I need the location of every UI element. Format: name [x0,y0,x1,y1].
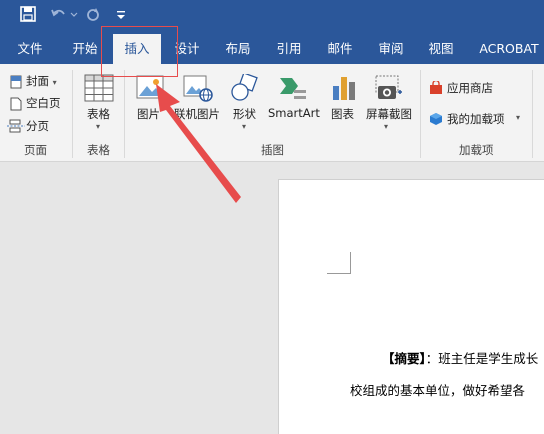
group-label-pages: 页面 [24,143,47,157]
tab-acrobat[interactable]: ACROBAT [474,34,544,64]
tab-references[interactable]: 引用 [271,34,307,64]
online-pictures-button[interactable]: 联机图片 [174,106,220,122]
pictures-button[interactable]: 图片 [137,106,160,122]
group-separator [532,70,533,158]
page-break-button[interactable]: 分页 [26,118,49,134]
group-separator [72,70,73,158]
pictures-icon [136,74,164,106]
table-dropdown-icon[interactable]: ▾ [96,122,100,131]
redo-icon[interactable] [84,6,102,22]
store-icon [429,79,443,99]
page-break-icon [7,118,25,137]
blank-page-icon [9,96,23,115]
tab-view[interactable]: 视图 [423,34,459,64]
tab-file[interactable]: 文件 [10,34,50,64]
document-page[interactable]: 【摘要】：班主任是学生成长 校组成的基本单位，做好希望各 [278,179,544,434]
customize-quick-access-icon[interactable] [115,6,127,22]
my-addins-dropdown-icon[interactable]: ▾ [516,113,520,122]
table-icon [84,74,114,106]
chart-icon [331,74,357,106]
table-button[interactable]: 表格 [87,106,110,122]
document-area: 【摘要】：班主任是学生成长 校组成的基本单位，做好希望各 [0,163,544,434]
group-label-illustrations: 插图 [261,143,284,157]
document-line-2[interactable]: 校组成的基本单位，做好希望各 [350,380,525,399]
shapes-icon [230,72,260,106]
screenshot-icon [374,74,404,106]
screenshot-dropdown-icon[interactable]: ▾ [384,122,388,131]
smartart-icon [278,76,308,106]
my-addins-icon [429,111,443,130]
tab-home[interactable]: 开始 [64,34,106,64]
chart-button[interactable]: 图表 [331,106,354,122]
cover-page-icon [9,74,23,93]
title-bar [0,0,544,34]
smartart-button[interactable]: SmartArt [268,106,320,120]
group-separator [420,70,421,158]
online-pictures-icon [183,74,213,106]
ribbon: 封面 ▾ 空白页 分页 页面 表格 ▾ 表格 图片 联机图片 形状 ▾ Smar… [0,64,544,162]
highlight-box [101,26,178,77]
margin-corner-mark [327,252,351,274]
group-separator [124,70,125,158]
document-line-1[interactable]: 【摘要】：班主任是学生成长 [382,348,538,367]
save-icon[interactable] [20,6,36,22]
cover-page-label: 封面 [26,74,49,88]
undo-icon[interactable] [50,6,68,22]
store-button[interactable]: 应用商店 [447,80,493,96]
group-label-tables: 表格 [87,143,110,157]
tab-mailings[interactable]: 邮件 [322,34,358,64]
blank-page-button[interactable]: 空白页 [26,95,61,111]
shapes-dropdown-icon[interactable]: ▾ [242,122,246,131]
group-label-addins: 加载项 [459,143,494,157]
tab-layout[interactable]: 布局 [220,34,256,64]
cover-page-button[interactable]: 封面 ▾ [26,73,57,89]
tab-review[interactable]: 审阅 [373,34,409,64]
shapes-button[interactable]: 形状 [233,106,256,122]
screenshot-button[interactable]: 屏幕截图 [366,106,412,122]
my-addins-button[interactable]: 我的加载项 [447,111,505,127]
abstract-label: 【摘要】 [382,351,426,366]
ribbon-tabs: 文件 开始 插入 设计 布局 引用 邮件 审阅 视图 ACROBAT [0,34,544,64]
undo-dropdown-icon[interactable] [70,6,78,22]
abstract-text: ：班主任是学生成长 [425,351,539,366]
